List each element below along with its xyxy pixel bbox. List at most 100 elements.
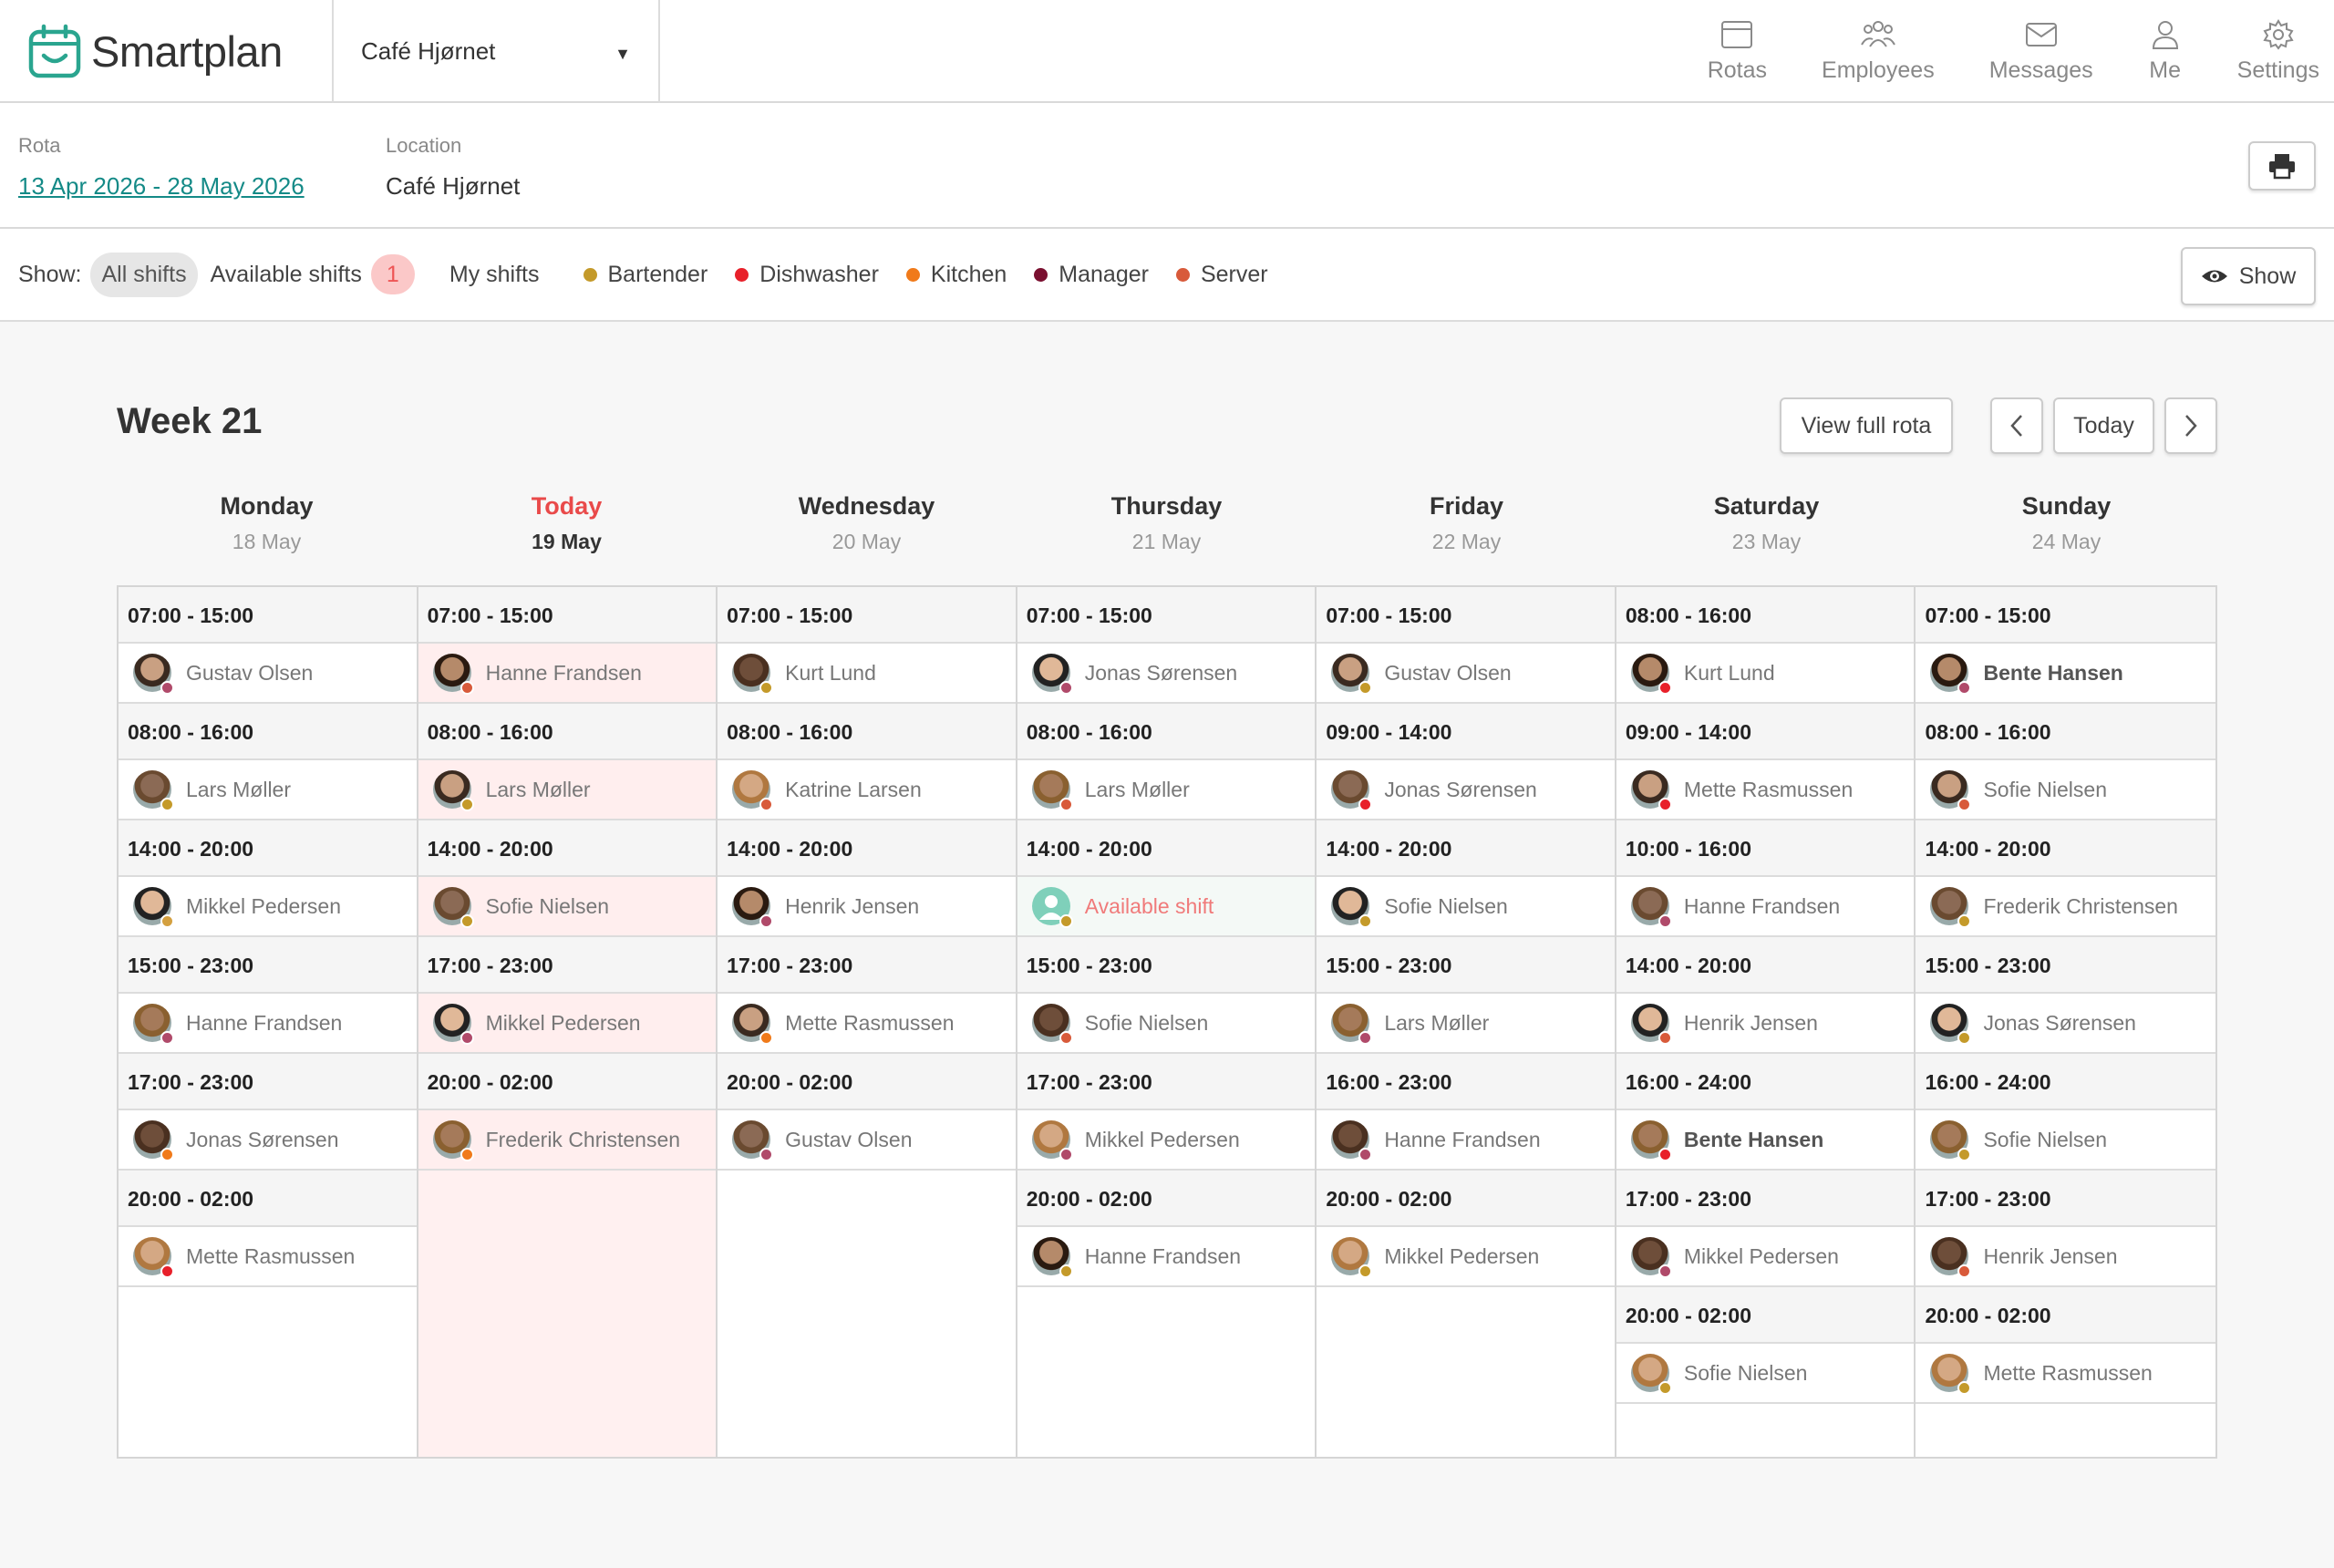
shift-employee[interactable]: Sofie Nielsen <box>1916 1110 2216 1171</box>
shift-employee[interactable]: Jonas Sørensen <box>1916 994 2216 1054</box>
shift-employee[interactable]: Kurt Lund <box>718 644 1016 704</box>
avatar <box>432 1120 474 1161</box>
caret-down-icon: ▼ <box>614 45 631 63</box>
filter-available-shifts[interactable]: Available shifts 1 <box>211 245 426 304</box>
nav-me[interactable]: Me <box>2148 0 2183 103</box>
shift-employee[interactable]: Hanne Frandsen <box>119 994 417 1054</box>
role-dot <box>160 914 174 928</box>
avatar <box>1031 654 1073 695</box>
shift-employee[interactable]: Jonas Sørensen <box>1317 760 1615 820</box>
employee-name: Jonas Sørensen <box>1983 1010 2136 1035</box>
shift-employee[interactable]: Frederik Christensen <box>418 1110 717 1171</box>
employee-name: Hanne Frandsen <box>1084 1243 1242 1268</box>
shift-employee[interactable]: Sofie Nielsen <box>1616 1344 1915 1404</box>
shift-employee[interactable]: Mikkel Pedersen <box>418 994 717 1054</box>
app-name: Smartplan <box>91 26 283 76</box>
shift-employee[interactable]: Bente Hansen <box>1616 1110 1915 1171</box>
shift-employee[interactable]: Sofie Nielsen <box>1017 994 1316 1054</box>
prev-week-button[interactable] <box>1990 397 2043 454</box>
shift-time: 15:00 - 23:00 <box>1916 937 2216 994</box>
role-legend-item[interactable]: Server <box>1175 262 1268 288</box>
top-bar: Smartplan Café Hjørnet ▼ Rotas Employees… <box>0 0 2334 103</box>
role-dot <box>460 681 474 695</box>
filter-all-shifts[interactable]: All shifts <box>90 252 198 297</box>
shift-employee[interactable]: Jonas Sørensen <box>119 1110 417 1171</box>
shift-employee[interactable]: Mette Rasmussen <box>1616 760 1915 820</box>
nav-employees[interactable]: Employees <box>1822 0 1935 103</box>
employee-name: Sofie Nielsen <box>1384 893 1508 918</box>
shift-employee[interactable]: Jonas Sørensen <box>1017 644 1316 704</box>
next-week-button[interactable] <box>2164 397 2217 454</box>
role-dot <box>1658 1148 1672 1161</box>
employee-name: Mikkel Pedersen <box>1384 1243 1540 1268</box>
shift-employee[interactable]: Hanne Frandsen <box>1017 1227 1316 1287</box>
role-dot <box>759 914 774 928</box>
shift-employee[interactable]: Hanne Frandsen <box>1317 1110 1615 1171</box>
shift-employee[interactable]: Lars Møller <box>1017 760 1316 820</box>
week-title: Week 21 <box>117 401 263 441</box>
employee-name: Kurt Lund <box>785 660 876 685</box>
role-dot <box>1957 1381 1972 1395</box>
shift-employee[interactable]: Mette Rasmussen <box>119 1227 417 1287</box>
role-legend-item[interactable]: Manager <box>1034 262 1149 288</box>
app-logo[interactable]: Smartplan <box>27 22 310 80</box>
role-legend-item[interactable]: Kitchen <box>905 262 1007 288</box>
shift-employee[interactable]: Mikkel Pedersen <box>1017 1110 1316 1171</box>
role-dot <box>1059 798 1073 811</box>
role-color-dot <box>1034 267 1048 282</box>
role-dot <box>1358 914 1373 928</box>
print-button[interactable] <box>2248 141 2316 191</box>
shift-time: 07:00 - 15:00 <box>1916 587 2216 644</box>
shift-employee[interactable]: Sofie Nielsen <box>1317 877 1615 937</box>
shift-employee[interactable]: Kurt Lund <box>1616 644 1915 704</box>
role-dot <box>1658 681 1672 695</box>
role-dot <box>759 1031 774 1045</box>
role-dot <box>1957 914 1972 928</box>
shift-employee[interactable]: Mette Rasmussen <box>718 994 1016 1054</box>
day-date: 23 May <box>1731 530 1802 553</box>
role-dot <box>160 681 174 695</box>
shift-employee[interactable]: Gustav Olsen <box>1317 644 1615 704</box>
employee-name: Jonas Sørensen <box>1384 777 1537 801</box>
envelope-icon <box>2025 23 2057 46</box>
shift-employee[interactable]: Lars Møller <box>418 760 717 820</box>
role-legend-item[interactable]: Dishwasher <box>735 262 879 288</box>
shift-employee[interactable]: Mette Rasmussen <box>1916 1344 2216 1404</box>
nav-messages-label: Messages <box>1988 57 2093 83</box>
role-legend-item[interactable]: Bartender <box>583 262 707 288</box>
shift-time: 16:00 - 24:00 <box>1916 1054 2216 1110</box>
avatar <box>1630 887 1672 928</box>
available-shift[interactable]: Available shift <box>1017 877 1316 937</box>
avatar <box>1930 1237 1972 1278</box>
shift-employee[interactable]: Mikkel Pedersen <box>1317 1227 1615 1287</box>
shift-employee[interactable]: Frederik Christensen <box>1916 877 2216 937</box>
today-button[interactable]: Today <box>2053 397 2154 454</box>
shift-employee[interactable]: Mikkel Pedersen <box>1616 1227 1915 1287</box>
location-selector[interactable]: Café Hjørnet ▼ <box>334 0 658 103</box>
view-full-rota-button[interactable]: View full rota <box>1780 397 1953 454</box>
shift-employee[interactable]: Bente Hansen <box>1916 644 2216 704</box>
shift-employee[interactable]: Gustav Olsen <box>119 644 417 704</box>
shift-employee[interactable]: Lars Møller <box>119 760 417 820</box>
shift-employee[interactable]: Katrine Larsen <box>718 760 1016 820</box>
shift-employee[interactable]: Gustav Olsen <box>718 1110 1016 1171</box>
show-button[interactable]: Show <box>2181 247 2316 305</box>
location-selector-value: Café Hjørnet <box>361 37 496 65</box>
shift-employee[interactable]: Hanne Frandsen <box>1616 877 1915 937</box>
chevron-right-icon <box>2185 415 2197 437</box>
shift-employee[interactable]: Mikkel Pedersen <box>119 877 417 937</box>
role-dot <box>1358 798 1373 811</box>
rota-date-range-link[interactable]: 13 Apr 2026 - 28 May 2026 <box>18 172 305 201</box>
nav-rotas[interactable]: Rotas <box>1708 0 1767 103</box>
shift-employee[interactable]: Henrik Jensen <box>718 877 1016 937</box>
nav-messages[interactable]: Messages <box>1989 0 2093 103</box>
nav-settings[interactable]: Settings <box>2237 0 2319 103</box>
shift-employee[interactable]: Sofie Nielsen <box>1916 760 2216 820</box>
employee-name: Sofie Nielsen <box>1683 1360 1808 1385</box>
shift-employee[interactable]: Hanne Frandsen <box>418 644 717 704</box>
shift-employee[interactable]: Henrik Jensen <box>1616 994 1915 1054</box>
filter-my-shifts[interactable]: My shifts <box>439 253 551 297</box>
shift-employee[interactable]: Henrik Jensen <box>1916 1227 2216 1287</box>
shift-employee[interactable]: Sofie Nielsen <box>418 877 717 937</box>
shift-employee[interactable]: Lars Møller <box>1317 994 1615 1054</box>
